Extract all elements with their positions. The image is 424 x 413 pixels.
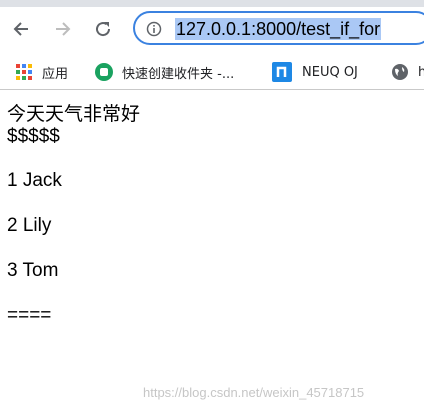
bookmark-globe[interactable]: h xyxy=(391,58,424,86)
back-arrow-icon xyxy=(13,22,28,36)
bookmark-label: 应用 xyxy=(42,66,69,82)
address-bar[interactable]: 127.0.0.1:8000/test_if_for xyxy=(133,11,424,45)
page-content: 今天天气非常好 $$$$$ 1 Jack 2 Lily 3 Tom ==== xyxy=(7,104,140,327)
weather-text: 今天天气非常好 xyxy=(7,104,141,125)
bookmark-label: 快速创建收件夹 -... xyxy=(122,66,235,82)
watermark-text: https://blog.csdn.net/weixin_45718715 xyxy=(143,385,365,400)
forward-arrow-icon xyxy=(56,22,71,36)
dollar-text: $$$$$ xyxy=(7,126,60,147)
apps-grid-icon xyxy=(16,64,32,80)
tab-strip xyxy=(0,0,424,7)
end-marker-text: ==== xyxy=(7,305,52,326)
list-item: 1 Jack xyxy=(7,170,62,191)
bookmarks-bar: 应用 快速创建收件夹 -... NEUQ OJ h xyxy=(0,58,424,86)
back-button[interactable] xyxy=(8,16,34,42)
forward-button[interactable] xyxy=(50,16,76,42)
list-item: 3 Tom xyxy=(7,260,59,281)
neuq-logo-icon xyxy=(272,62,292,82)
list-item: 2 Lily xyxy=(7,215,52,236)
toolbar-divider xyxy=(0,89,424,90)
bookmark-apps[interactable]: 应用 xyxy=(15,58,68,86)
reload-button[interactable] xyxy=(90,16,116,42)
reload-icon xyxy=(96,22,111,37)
green-circle-icon xyxy=(95,63,113,81)
bookmark-quick-folder[interactable]: 快速创建收件夹 -... xyxy=(94,58,234,86)
globe-icon xyxy=(392,64,408,80)
bookmark-label: NEUQ OJ xyxy=(302,64,358,80)
info-icon[interactable] xyxy=(146,21,162,37)
url-text[interactable]: 127.0.0.1:8000/test_if_for xyxy=(175,18,382,40)
browser-toolbar: 127.0.0.1:8000/test_if_for xyxy=(0,0,424,58)
bookmark-neuq-oj[interactable]: NEUQ OJ xyxy=(272,58,358,86)
bookmark-label: h xyxy=(418,64,424,80)
